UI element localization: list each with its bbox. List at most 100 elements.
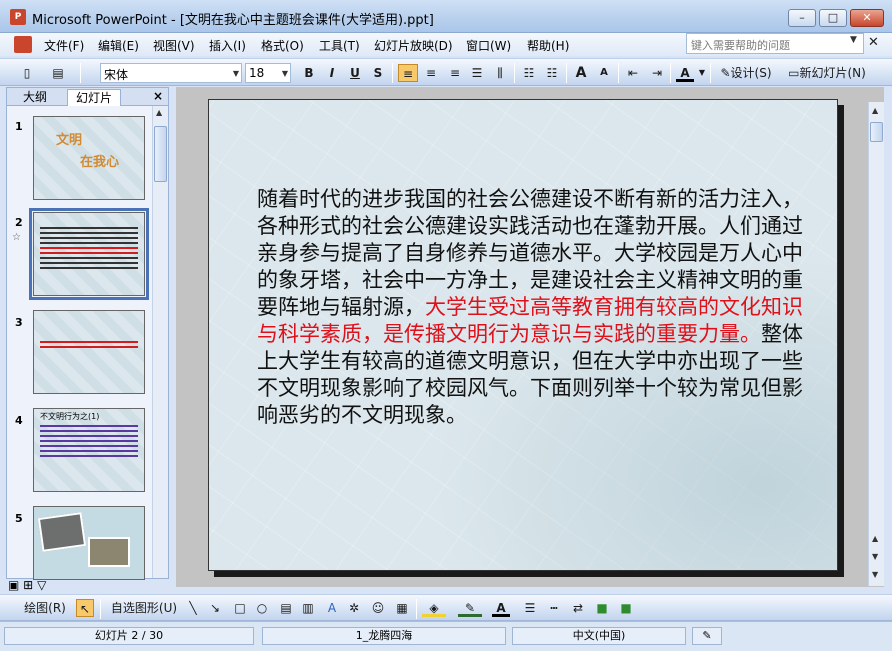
maximize-button[interactable]: □ xyxy=(819,9,847,27)
scrollbar-thumb[interactable] xyxy=(870,122,883,142)
textbox-icon[interactable]: ▤ xyxy=(278,599,294,617)
separator xyxy=(710,63,711,83)
slide-thumbnail-1[interactable]: 文明 在我心 xyxy=(33,116,145,200)
underline-button[interactable]: U xyxy=(347,64,363,82)
separator xyxy=(80,63,81,83)
menu-help[interactable]: 帮助(H) xyxy=(527,37,569,54)
help-search-input[interactable]: 键入需要帮助的问题 xyxy=(686,33,864,54)
slides-pane-scrollbar[interactable]: ▲ xyxy=(152,106,168,578)
align-right-icon[interactable]: ≡ xyxy=(446,64,464,82)
autoshapes-button[interactable]: 自选图形(U) xyxy=(106,599,182,617)
align-center-icon[interactable]: ≡ xyxy=(422,64,440,82)
oval-icon[interactable]: ○ xyxy=(254,599,270,617)
slide-thumbnail-4[interactable]: 不文明行为之(1) xyxy=(33,408,145,492)
dash-style-icon[interactable]: ┅ xyxy=(546,599,562,617)
title-bar: P Microsoft PowerPoint - [文明在我心中主题班会课件(大… xyxy=(0,0,892,33)
slide-thumbnail-3[interactable] xyxy=(33,310,145,394)
line-icon[interactable]: ╲ xyxy=(186,599,200,617)
menu-tools[interactable]: 工具(T) xyxy=(319,37,360,54)
bullets-icon[interactable]: ☷ xyxy=(543,64,561,82)
picture-icon[interactable]: ▦ xyxy=(394,599,410,617)
shadow-style-icon[interactable]: ■ xyxy=(594,599,610,617)
menu-edit[interactable]: 编辑(E) xyxy=(98,37,139,54)
current-slide[interactable]: 随着时代的进步我国的社会公德建设不断有新的活力注入，各种形式的社会公德建设实践活… xyxy=(208,99,838,571)
line-color-icon[interactable]: ✎ xyxy=(458,599,482,617)
decrease-font-size-button[interactable]: A xyxy=(596,64,612,82)
italic-button[interactable]: I xyxy=(324,64,340,82)
wordart-icon[interactable]: A xyxy=(324,599,340,617)
menu-format[interactable]: 格式(O) xyxy=(261,37,304,54)
minimize-button[interactable]: – xyxy=(788,9,816,27)
normal-view-icon[interactable]: ▣ xyxy=(8,578,19,592)
close-icon[interactable]: × xyxy=(153,89,163,103)
slide-sorter-icon[interactable]: ⊞ xyxy=(23,578,33,592)
document-close-button[interactable]: ✕ xyxy=(868,35,879,50)
menu-view[interactable]: 视图(V) xyxy=(153,37,195,54)
justify-icon[interactable]: ☰ xyxy=(468,64,486,82)
previous-slide-icon[interactable]: ▲ xyxy=(872,534,878,543)
font-size-select[interactable]: 18 ▼ xyxy=(245,63,291,83)
star-icon: ☆ xyxy=(12,232,21,243)
slide-body-text[interactable]: 随着时代的进步我国的社会公德建设不断有新的活力注入，各种形式的社会公德建设实践活… xyxy=(257,186,803,429)
tab-slides[interactable]: 幻灯片 xyxy=(67,89,122,106)
font-size-value: 18 xyxy=(249,66,265,80)
design-button[interactable]: ✎设计(S) xyxy=(716,64,776,82)
clipart-icon[interactable]: ☺ xyxy=(370,599,386,617)
thumb-photo xyxy=(37,512,87,552)
help-dropdown-icon[interactable]: ▼ xyxy=(850,35,857,45)
slideshow-icon[interactable]: ▽ xyxy=(37,578,46,592)
menu-window[interactable]: 窗口(W) xyxy=(466,37,511,54)
line-style-icon[interactable]: ☰ xyxy=(522,599,538,617)
pane-tabs: 大纲 幻灯片 × xyxy=(7,88,168,106)
draw-font-color-icon[interactable]: A xyxy=(492,599,510,617)
rectangle-icon[interactable]: □ xyxy=(232,599,248,617)
chevron-down-icon: ▼ xyxy=(281,69,288,78)
font-family-select[interactable]: 宋体 ▼ xyxy=(100,63,242,83)
tab-outline[interactable]: 大纲 xyxy=(15,89,55,106)
slide-thumbnail-2[interactable] xyxy=(29,208,149,300)
thumb-text-lines xyxy=(40,227,138,272)
align-left-icon[interactable]: ≡ xyxy=(398,64,418,82)
slide-thumbnail-5[interactable] xyxy=(33,506,145,580)
powerpoint-icon[interactable]: P xyxy=(10,9,26,25)
menu-file[interactable]: 文件(F) xyxy=(44,37,84,54)
chevron-up-icon[interactable]: ▲ xyxy=(156,108,162,117)
design-label: 设计(S) xyxy=(730,66,772,80)
fill-color-icon[interactable]: ◈ xyxy=(422,599,446,617)
slides-pane: 大纲 幻灯片 × 1 文明 在我心 2 ☆ 3 4 不文明行为之(1) 5 ▲ xyxy=(6,87,169,580)
vertical-textbox-icon[interactable]: ▥ xyxy=(300,599,316,617)
next-slide-icon[interactable]: ▼ xyxy=(872,552,878,561)
increase-font-size-button[interactable]: A xyxy=(572,64,590,82)
paste-icon[interactable]: ▤ xyxy=(48,64,68,82)
chevron-down-icon[interactable]: ▼ xyxy=(697,64,707,82)
new-document-icon[interactable]: ▯ xyxy=(18,64,36,82)
font-color-button[interactable]: A xyxy=(676,64,694,82)
document-icon[interactable] xyxy=(14,36,32,53)
select-pointer-icon[interactable]: ↖ xyxy=(76,599,94,617)
thumb-photo xyxy=(88,537,130,567)
arrow-icon[interactable]: ↘ xyxy=(208,599,222,617)
menu-slideshow[interactable]: 幻灯片放映(D) xyxy=(374,37,453,54)
distribute-icon[interactable]: ⫼ xyxy=(491,64,509,82)
shadow-button[interactable]: S xyxy=(370,64,386,82)
3d-style-icon[interactable]: ■ xyxy=(618,599,634,617)
separator xyxy=(416,599,417,619)
bold-button[interactable]: B xyxy=(301,64,317,82)
separator xyxy=(392,63,393,83)
close-button[interactable]: ✕ xyxy=(850,9,884,27)
draw-menu-button[interactable]: 绘图(R) xyxy=(18,599,72,617)
arrow-style-icon[interactable]: ⇄ xyxy=(570,599,586,617)
chevron-up-icon[interactable]: ▲ xyxy=(872,106,878,115)
scrollbar-thumb[interactable] xyxy=(154,126,167,182)
diagram-icon[interactable]: ✲ xyxy=(346,599,362,617)
chevron-down-icon[interactable]: ▼ xyxy=(872,570,878,579)
spelling-status-icon[interactable]: ✎ xyxy=(692,627,722,645)
menu-insert[interactable]: 插入(I) xyxy=(209,37,246,54)
editor-scrollbar[interactable]: ▲ ▲ ▼ ▼ xyxy=(868,102,884,586)
slide-number: 4 xyxy=(15,414,23,427)
new-slide-button[interactable]: ▭新幻灯片(N) xyxy=(782,64,872,82)
increase-indent-icon[interactable]: ⇥ xyxy=(648,64,666,82)
language-indicator: 中文(中国) xyxy=(512,627,686,645)
decrease-indent-icon[interactable]: ⇤ xyxy=(624,64,642,82)
numbering-icon[interactable]: ☷ xyxy=(520,64,538,82)
